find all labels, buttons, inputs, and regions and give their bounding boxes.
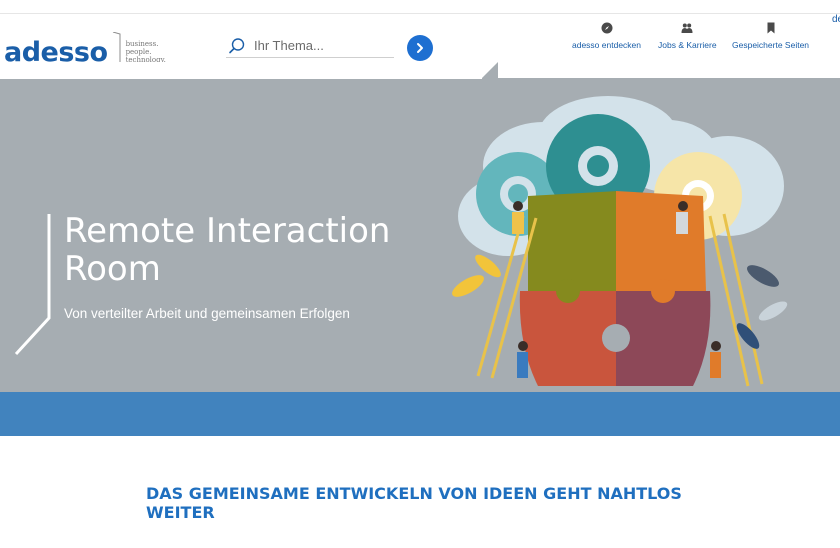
search-submit-button[interactable]	[407, 35, 433, 61]
page: adesso business. people. technology. Ihr…	[0, 0, 840, 548]
nav-item-label: Jobs & Karriere	[658, 40, 717, 50]
hero-bracket-decoration	[14, 214, 51, 356]
search-icon	[229, 37, 245, 53]
people-icon	[681, 23, 693, 33]
chevron-right-icon	[417, 43, 423, 53]
hero-title: Remote Interaction Room	[64, 211, 391, 289]
nav-item-label: adesso entdecken	[572, 40, 641, 50]
tagline-line: people.	[125, 48, 152, 56]
nav-item-discover[interactable]: adesso entdecken	[572, 22, 641, 50]
section-heading: DAS GEMEINSAME ENTWICKELN VON IDEEN GEHT…	[146, 484, 682, 522]
hero-subtitle: Von verteilter Arbeit und gemeinsamen Er…	[64, 306, 350, 321]
compass-icon	[601, 22, 612, 34]
search-input[interactable]	[254, 38, 384, 53]
logo-tagline: business. people. technology.	[126, 40, 166, 64]
top-strip	[0, 0, 840, 14]
tagline-line: business.	[125, 40, 159, 48]
bookmark-icon	[767, 22, 775, 34]
search-bar	[226, 34, 394, 58]
nav-item-jobs[interactable]: Jobs & Karriere	[658, 22, 717, 50]
language-switch[interactable]: de	[832, 14, 840, 25]
nav-item-label: Gespeicherte Seiten	[732, 40, 810, 50]
header-bottom-notch	[0, 62, 840, 79]
hero-blue-band	[0, 392, 840, 436]
nav-item-saved[interactable]: Gespeicherte Seiten	[732, 22, 809, 50]
gears-and-puzzle-illustration	[452, 96, 788, 387]
